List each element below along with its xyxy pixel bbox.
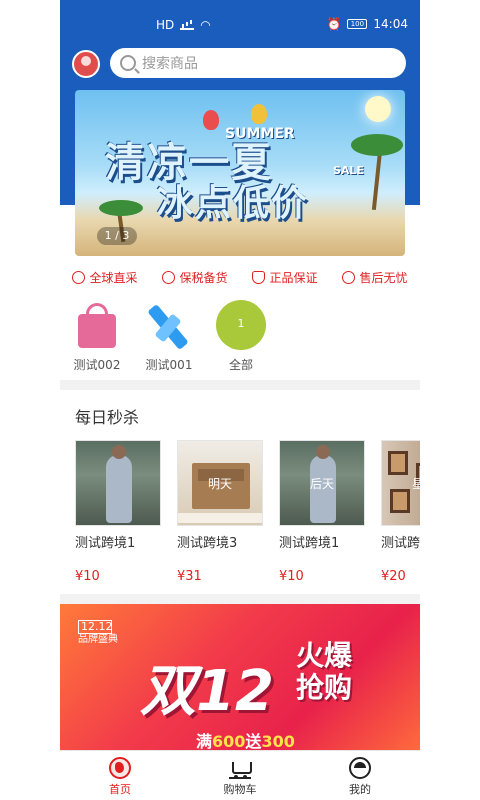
home-globe-icon <box>109 757 131 779</box>
palm-leaves <box>99 200 143 216</box>
product-image <box>75 440 161 526</box>
balloon-icon <box>203 110 219 130</box>
carousel-pager: 1 / 3 <box>97 227 137 245</box>
globe-icon <box>72 270 86 284</box>
category-badge: 1 <box>216 300 266 350</box>
status-bar: HD ◠ ⏰ 100 14:04 <box>60 0 420 40</box>
product-name: 测试跨境1 <box>75 536 136 551</box>
status-time: 14:04 <box>373 17 408 31</box>
search-bar[interactable]: 搜索商品 <box>110 48 406 78</box>
product-card[interactable]: 测试跨境1 ¥10 <box>75 440 161 590</box>
product-name: 测试跨境1 <box>279 536 340 551</box>
ball-icon: 1 <box>216 300 266 350</box>
promo-offer-amount1: 600 <box>212 732 246 751</box>
product-price: ¥31 <box>177 569 202 584</box>
product-name: 测试跨境3 <box>177 536 238 551</box>
promo-offer-amount2: 300 <box>261 732 295 751</box>
category-label: 全部 <box>228 358 253 372</box>
tab-label: 首页 <box>109 783 131 796</box>
feature-label: 保税备货 <box>179 270 228 285</box>
feature-label: 正品保证 <box>269 270 318 285</box>
alarm-icon: ⏰ <box>326 17 342 31</box>
product-name: 测试跨 <box>381 536 420 551</box>
category-item[interactable]: 测试001 <box>144 300 194 373</box>
product-overlay-label: 星期 <box>382 475 420 492</box>
product-overlay-label: 后天 <box>309 477 334 491</box>
palm-leaves <box>351 134 403 156</box>
section-divider <box>60 594 420 604</box>
status-right: ⏰ 100 14:04 <box>326 17 408 31</box>
promo-headline: 双12 <box>140 659 274 724</box>
section-divider <box>60 380 420 390</box>
promo-logo-text: 品牌盛典 <box>78 634 118 645</box>
wifi-icon: ◠ <box>200 18 211 32</box>
signal-icon <box>180 20 195 30</box>
product-tag <box>178 513 262 523</box>
product-card[interactable]: 后天 测试跨境1 ¥10 <box>279 440 365 590</box>
tab-label: 购物车 <box>223 783 257 796</box>
profile-icon <box>349 757 371 779</box>
flash-sale-list[interactable]: 测试跨境1 ¥10 明天 测试跨境3 ¥31 后天 测试跨境1 ¥10 测试跨 … <box>75 440 420 590</box>
category-label: 测试002 <box>73 358 121 372</box>
product-image: 明天 <box>177 440 263 526</box>
network-label: HD <box>156 18 175 32</box>
banner-subtitle: 冰点低价 <box>157 183 310 224</box>
promo-hot-line2: 抢购 <box>296 671 353 704</box>
x-logo-icon <box>144 300 194 351</box>
category-item-all[interactable]: 1 全部 <box>216 300 266 373</box>
feature-aftersale: 售后无忧 <box>342 266 408 288</box>
status-left-icons: HD ◠ <box>156 18 211 32</box>
tab-cart[interactable]: 购物车 <box>210 751 270 800</box>
promo-logo: 12.12 品牌盛典 <box>78 620 118 646</box>
promo-offer: 满600送300 <box>196 728 295 752</box>
promo-logo-date: 12.12 <box>78 620 113 634</box>
promo-offer-prefix: 满 <box>196 732 213 751</box>
user-avatar[interactable] <box>72 50 100 78</box>
tab-profile[interactable]: 我的 <box>330 751 390 800</box>
category-label: 测试001 <box>145 358 193 372</box>
product-card[interactable]: 明天 测试跨境3 ¥31 <box>177 440 263 590</box>
promo-offer-mid: 送 <box>245 732 262 751</box>
balloon-icon <box>251 104 267 124</box>
feature-global: 全球直采 <box>72 266 138 288</box>
promo-hot-text: 火爆 抢购 <box>296 640 352 704</box>
feature-label: 售后无忧 <box>359 270 408 285</box>
product-price: ¥20 <box>381 569 406 584</box>
app-screen: HD ◠ ⏰ 100 14:04 搜索商品 SUMMER 清凉一夏 冰点低价 S… <box>60 0 420 800</box>
product-image: 后天 <box>279 440 365 526</box>
flash-sale-title: 每日秒杀 <box>75 408 140 427</box>
feature-genuine: 正品保证 <box>252 266 318 288</box>
product-price: ¥10 <box>75 569 100 584</box>
product-overlay-label: 明天 <box>207 477 232 491</box>
cart-icon <box>229 757 252 779</box>
tab-home[interactable]: 首页 <box>90 751 150 800</box>
service-icon <box>342 270 356 284</box>
tab-label: 我的 <box>349 783 371 796</box>
search-input[interactable]: 搜索商品 <box>142 53 198 73</box>
product-price: ¥10 <box>279 569 304 584</box>
product-image: 星期 <box>381 440 420 526</box>
shield-icon <box>252 270 266 284</box>
bag-icon <box>72 300 122 350</box>
feature-label: 全球直采 <box>89 270 138 285</box>
banner-sale-text: SALE <box>333 164 364 177</box>
feature-bonded: 保税备货 <box>162 266 228 288</box>
sun-icon <box>365 96 391 122</box>
category-item[interactable]: 测试002 <box>72 300 122 373</box>
feature-strip: 全球直采 保税备货 正品保证 售后无忧 <box>60 266 420 288</box>
search-icon <box>120 55 136 71</box>
promo-carousel[interactable]: SUMMER 清凉一夏 冰点低价 SALE 1 / 3 <box>75 90 405 256</box>
category-row: 测试002 测试001 1 全部 <box>72 300 266 373</box>
product-card[interactable]: 星期 测试跨 ¥20 <box>381 440 420 590</box>
tax-icon <box>162 270 176 284</box>
double12-promo-banner[interactable]: 12.12 品牌盛典 双12 火爆 抢购 满600送300 <box>60 604 420 752</box>
bottom-tab-bar: 首页 购物车 我的 <box>60 750 420 800</box>
battery-icon: 100 <box>347 19 368 29</box>
promo-hot-line1: 火爆 <box>296 639 353 672</box>
palm-tree-icon <box>371 149 383 211</box>
